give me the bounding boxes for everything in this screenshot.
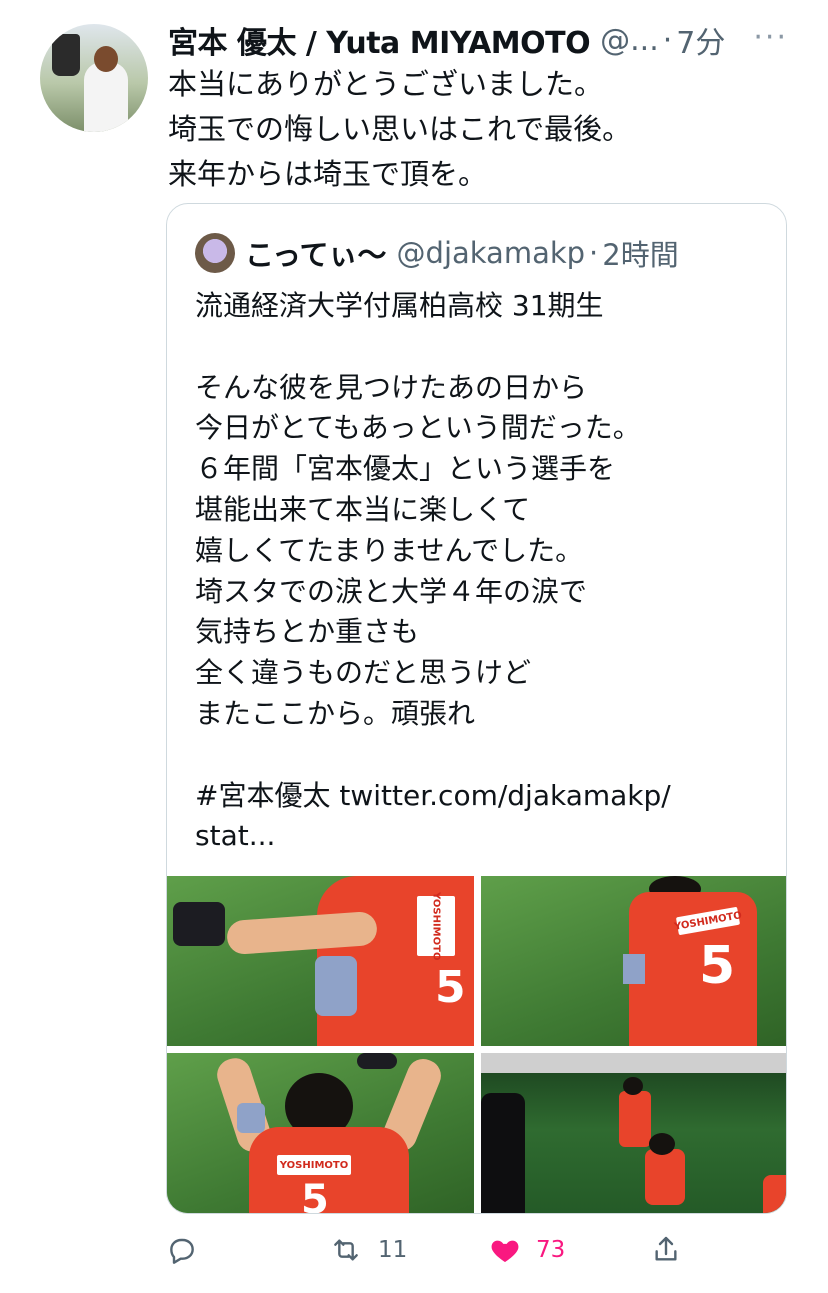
separator-dot: · xyxy=(589,236,599,270)
quote-line: 嬉しくてたまりませんでした。 xyxy=(195,533,584,567)
author-name[interactable]: 宮本 優太 / Yuta MIYAMOTO xyxy=(168,18,591,62)
person-head-shape xyxy=(94,46,118,72)
photo-3[interactable]: YOSHIMOTO 5 xyxy=(167,1053,474,1214)
quote-hashtag-link-line[interactable]: #宮本優太 twitter.com/djakamakp/ xyxy=(195,776,765,817)
retweet-count: 11 xyxy=(378,1237,408,1263)
spectator-shape xyxy=(481,1093,525,1213)
quote-line: 埼スタでの涙と大学４年の涙で xyxy=(195,574,588,608)
sponsor-patch: YOSHIMOTO xyxy=(277,1155,351,1175)
captain-armband-shape xyxy=(623,954,645,984)
share-button[interactable] xyxy=(650,1224,682,1276)
tweet-time[interactable]: 7分 xyxy=(676,18,725,62)
photo-4[interactable] xyxy=(481,1053,786,1213)
person-shape xyxy=(763,1175,786,1213)
more-icon[interactable]: ··· xyxy=(753,20,788,55)
author-handle[interactable]: @... xyxy=(600,23,659,58)
shirt-number: 5 xyxy=(699,936,736,996)
photo-2[interactable]: YOSHIMOTO 5 xyxy=(481,876,786,1046)
quote-line: ６年間「宮本優太」という選手を xyxy=(195,452,616,486)
quote-author-handle: @djakamakp xyxy=(396,236,586,270)
quote-line: 気持ちとか重さも xyxy=(195,615,420,649)
glove-shape xyxy=(173,902,225,946)
reply-button[interactable] xyxy=(166,1224,212,1276)
hair-shape xyxy=(649,1133,675,1155)
separator-dot: · xyxy=(662,22,673,58)
quote-line: 流通経済大学付属柏高校 31期生 xyxy=(195,289,604,322)
stadium-sky xyxy=(481,1053,786,1073)
quote-line xyxy=(195,735,765,776)
tweet-text-line: 埼玉での悔しい思いはこれで最後。 xyxy=(168,112,632,146)
quote-line: そんな彼を見つけたあの日から xyxy=(195,370,588,404)
share-icon xyxy=(655,1236,677,1261)
tweet-text: 本当にありがとうございました。 埼玉での悔しい思いはこれで最後。 来年からは埼玉… xyxy=(168,62,788,197)
reply-icon xyxy=(170,1238,194,1264)
trophy-shape xyxy=(52,34,80,76)
tweet-text-line: 来年からは埼玉で頂を。 xyxy=(168,157,488,191)
heart-icon xyxy=(491,1240,519,1262)
author-avatar[interactable] xyxy=(40,24,148,132)
quote-body: 流通経済大学付属柏高校 31期生 そんな彼を見つけたあの日から 今日がとてもあっ… xyxy=(195,286,765,857)
player-shape xyxy=(619,1091,651,1147)
quote-link-line[interactable]: stat... xyxy=(195,816,765,857)
action-bar: 11 73 xyxy=(166,1224,706,1276)
tweet-text-line: 本当にありがとうございました。 xyxy=(168,67,604,101)
like-button[interactable]: 73 xyxy=(488,1224,565,1276)
quote-avatar xyxy=(195,233,235,273)
quote-author-name: こってぃ～ xyxy=(245,238,387,272)
quote-line: 全く違うものだと思うけど xyxy=(195,656,532,690)
quote-header: こってぃ～ @djakamakp · 2時間 xyxy=(195,230,679,276)
captain-armband-shape xyxy=(315,956,357,1016)
quote-line: またここから。頑張れ xyxy=(195,696,476,730)
quoted-tweet-card[interactable]: こってぃ～ @djakamakp · 2時間 流通経済大学付属柏高校 31期生 … xyxy=(166,203,787,1214)
quote-time: 2時間 xyxy=(602,238,679,272)
like-count: 73 xyxy=(536,1237,566,1263)
captain-armband-shape xyxy=(237,1103,265,1133)
glove-shape xyxy=(357,1053,397,1069)
sponsor-patch: YOSHIMOTO xyxy=(417,892,455,960)
retweet-icon xyxy=(334,1239,358,1261)
shirt-number: 5 xyxy=(301,1177,329,1214)
quote-line: 堪能出来て本当に楽しくて xyxy=(195,492,531,526)
quote-line xyxy=(195,327,765,368)
shirt-number: 5 xyxy=(435,962,466,1013)
player-shape xyxy=(645,1149,685,1205)
photo-1[interactable]: YOSHIMOTO 5 xyxy=(167,876,474,1046)
photo-grid: YOSHIMOTO 5 YOSHIMOTO 5 YOSHIMOTO 5 xyxy=(167,876,786,1214)
quote-line: 今日がとてもあっという間だった。 xyxy=(195,411,641,445)
person-shape xyxy=(84,62,128,132)
retweet-button[interactable]: 11 xyxy=(328,1224,407,1276)
hair-shape xyxy=(623,1077,643,1095)
tweet-header: 宮本 優太 / Yuta MIYAMOTO @... · 7分 ··· xyxy=(168,16,788,64)
